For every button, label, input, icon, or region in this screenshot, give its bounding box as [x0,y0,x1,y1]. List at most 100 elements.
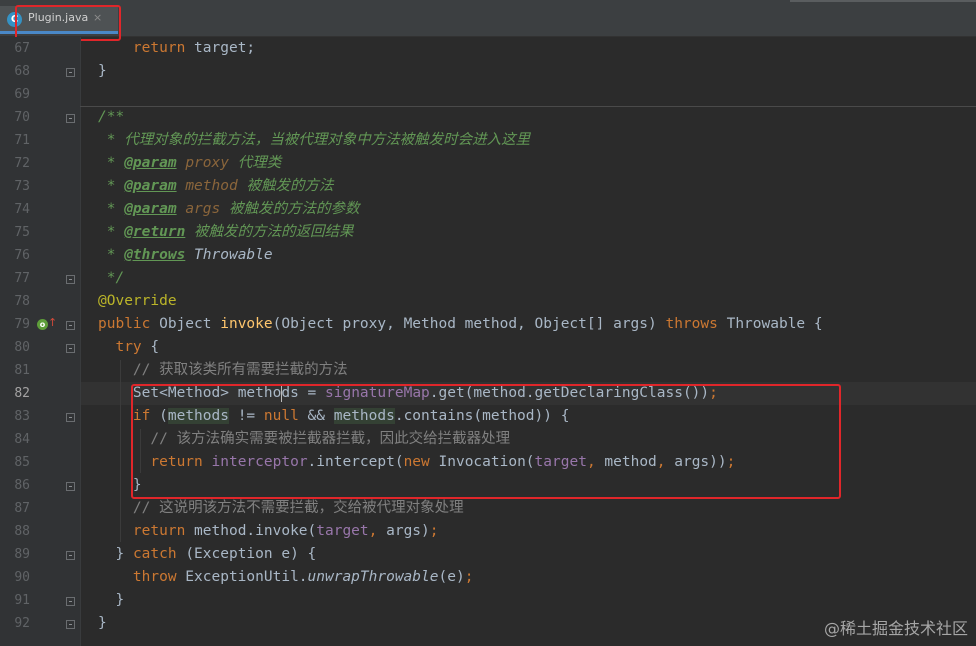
watermark: @稀土掘金技术社区 [823,619,968,638]
line-number: 78 [14,294,30,309]
fold-icon[interactable] [66,620,75,629]
fold-icon[interactable] [66,413,75,422]
javadoc-tag: @param [124,201,177,217]
line-number: 85 [14,455,30,470]
code-line-89[interactable]: } catch (Exception e) { [98,543,316,566]
code-line-68[interactable]: } [98,60,107,83]
editor-tab-bar: C Plugin.java × [0,0,976,37]
method-separator [80,106,976,107]
semicolon: ; [429,523,439,539]
code-line-75[interactable]: * @return 被触发的方法的返回结果 [98,221,354,244]
code-line-81[interactable]: // 获取该类所有需要拦截的方法 [98,359,348,382]
code-line-70[interactable]: /** [98,106,124,129]
code-text: Throwable { [717,316,823,332]
line-number: 87 [14,501,30,516]
override-arrow-icon: ↑ [48,316,58,329]
override-method-icon[interactable]: o [37,319,48,330]
code-text: target; [185,40,256,56]
line-number: 76 [14,248,30,263]
code-line-88[interactable]: return method.invoke(target, args); [98,520,439,543]
line-number: 70 [14,110,30,125]
line-number: 88 [14,524,30,539]
javadoc-text: */ [98,270,125,286]
javadoc-star: * [98,155,125,171]
javadoc-text: 被触发的方法的返回结果 [185,224,354,240]
line-number: 74 [14,202,30,217]
line-number: 73 [14,179,30,194]
code-line-67[interactable]: return target; [98,37,255,60]
toolbar-field-edge [790,0,976,2]
tab-highlight-box [15,5,121,41]
code-text: } [115,592,125,608]
line-number: 81 [14,363,30,378]
keyword: throw [132,569,177,585]
javadoc-space [185,247,194,263]
code-line-79[interactable]: public Object invoke(Object proxy, Metho… [98,313,823,336]
line-number: 69 [14,87,30,102]
code-line-77[interactable]: */ [98,267,124,290]
line-number: 90 [14,570,30,585]
line-number: 77 [14,271,30,286]
code-line-74[interactable]: * @param args 被触发的方法的参数 [98,198,360,221]
javadoc-param-name: proxy [185,155,229,171]
fold-icon[interactable] [66,551,75,560]
javadoc-text: 被触发的方法 [237,178,334,194]
javadoc-text: /** [98,109,125,125]
javadoc-tag: @param [124,178,177,194]
javadoc-star: * [98,178,125,194]
keyword: try [115,339,142,355]
keyword: public [98,316,151,332]
keyword: return [132,523,186,539]
code-line-73[interactable]: * @param method 被触发的方法 [98,175,334,198]
line-number: 79 [14,317,30,332]
code-line-76[interactable]: * @throws Throwable [98,244,273,267]
code-line-90[interactable]: throw ExceptionUtil.unwrapThrowable(e); [98,566,474,589]
line-number: 92 [14,616,30,631]
fold-icon[interactable] [66,597,75,606]
code-text: Object [150,316,221,332]
line-number: 83 [14,409,30,424]
keyword: return [132,40,186,56]
code-text: } [98,63,107,79]
line-number: 67 [14,41,30,56]
field: target [316,523,369,539]
javadoc-text: 代理类 [228,155,282,171]
code-text: (e) [438,569,465,585]
line-number: 91 [14,593,30,608]
code-text: ExceptionUtil. [176,569,308,585]
gutter-separator [80,37,81,646]
keyword: catch [132,546,177,562]
line-number: 72 [14,156,30,171]
code-line-71[interactable]: * 代理对象的拦截方法，当被代理对象中方法被触发时会进入这里 [98,129,530,152]
fold-icon[interactable] [66,68,75,77]
fold-icon[interactable] [66,321,75,330]
code-line-80[interactable]: try { [98,336,159,359]
code-highlight-box [131,384,841,499]
javadoc-tag: @return [124,224,186,240]
line-number: 75 [14,225,30,240]
code-line-72[interactable]: * @param proxy 代理类 [98,152,282,175]
fold-icon[interactable] [66,344,75,353]
code-line-78[interactable]: @Override [98,290,177,313]
fold-icon[interactable] [66,275,75,284]
code-text: args) [377,523,430,539]
code-line-87[interactable]: // 这说明该方法不需要拦截，交给被代理对象处理 [98,497,464,520]
annotation: @Override [98,293,177,309]
semicolon: ; [464,569,474,585]
fold-icon[interactable] [66,482,75,491]
javadoc-type: Throwable [194,247,273,263]
code-text: } [115,546,133,562]
javadoc-param-name: args [185,201,221,217]
keyword: throws [665,316,718,332]
line-number-current: 82 [14,386,30,401]
code-text: (Exception e) { [176,546,317,562]
javadoc-param-name: method [185,178,238,194]
javadoc-text: * 代理对象的拦截方法，当被代理对象中方法被触发时会进入这里 [98,132,531,148]
code-line-92[interactable]: } [98,612,107,635]
code-line-91[interactable]: } [98,589,124,612]
fold-icon[interactable] [66,114,75,123]
code-text: { [141,339,160,355]
javadoc-text: 被触发的方法的参数 [220,201,360,217]
line-number: 80 [14,340,30,355]
javadoc-star: * [98,247,125,263]
